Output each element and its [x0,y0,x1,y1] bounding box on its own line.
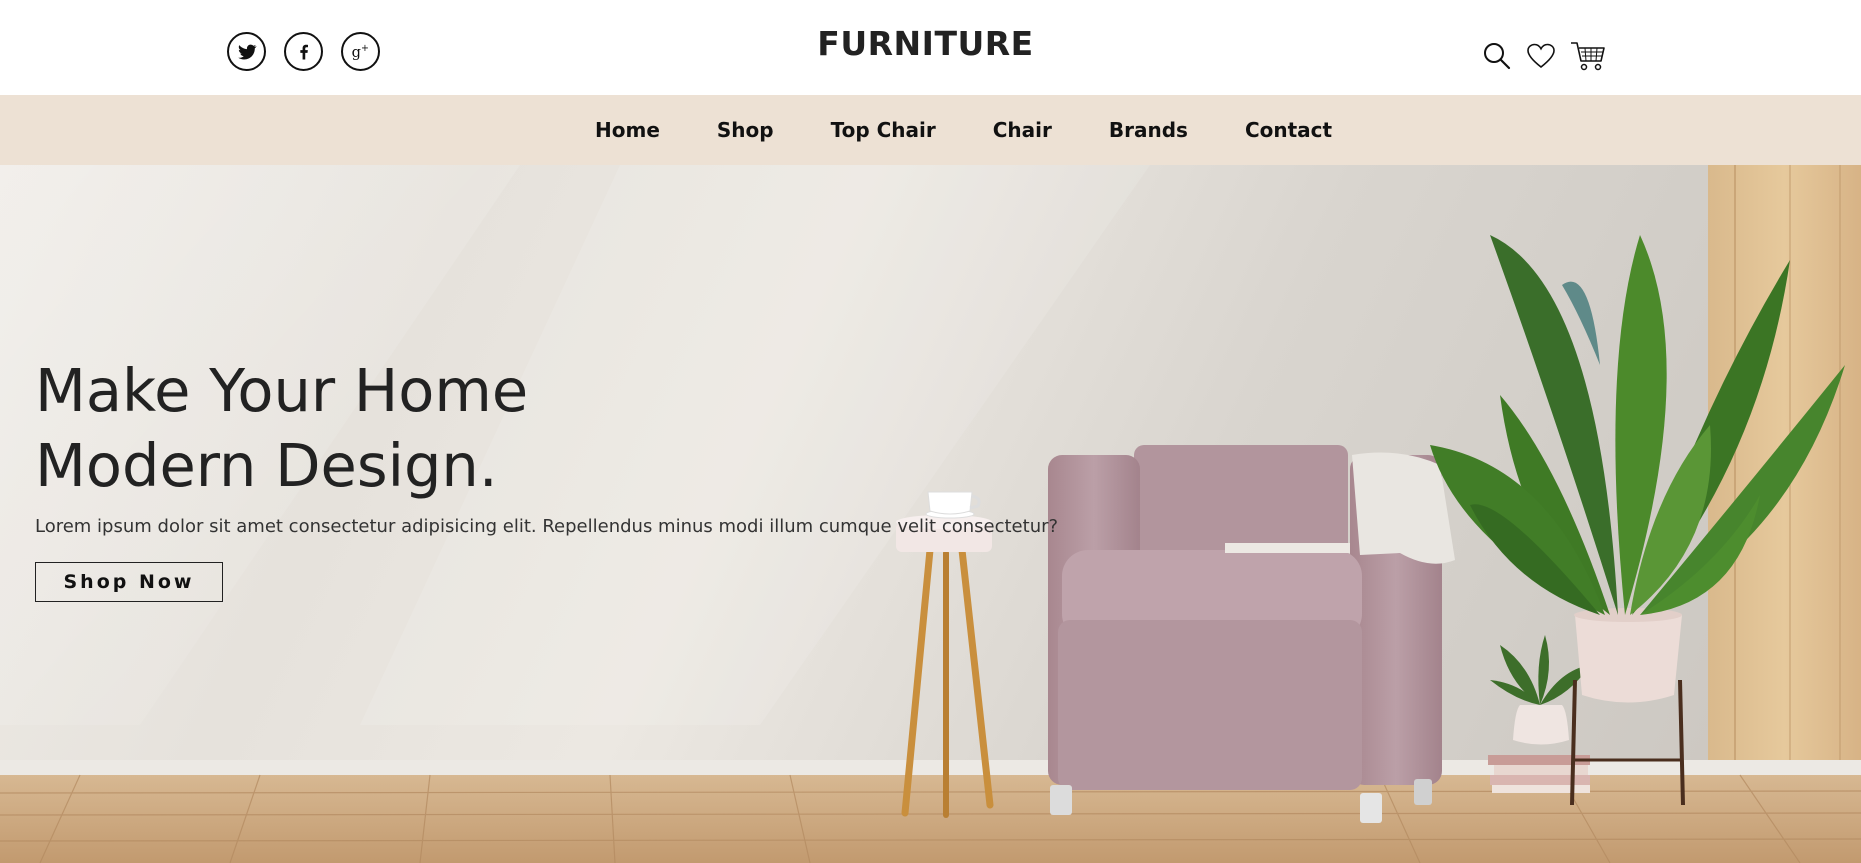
main-nav: Home Shop Top Chair Chair Brands Contact [595,95,1332,165]
nav-item-chair[interactable]: Chair [993,118,1052,142]
cart-button[interactable] [1570,40,1606,72]
top-header: g + FURNITURE [0,0,1861,95]
nav-item-top-chair[interactable]: Top Chair [831,118,936,142]
hero-subtext: Lorem ipsum dolor sit amet consectetur a… [35,516,1059,537]
shop-now-button[interactable]: Shop Now [35,562,223,602]
search-button[interactable] [1482,41,1512,71]
nav-item-home[interactable]: Home [595,118,660,142]
cart-icon [1571,42,1605,71]
nav-item-brands[interactable]: Brands [1109,118,1188,142]
hero-room-image [0,165,1861,863]
hero-headline: Make Your Home Modern Design. [35,353,528,503]
hero-banner: Make Your Home Modern Design. Lorem ipsu… [0,165,1861,863]
page: g + FURNITURE Home Shop Top Chair Chair … [0,0,1861,863]
nav-item-contact[interactable]: Contact [1245,118,1332,142]
hero-headline-line2: Modern Design. [35,431,498,500]
wishlist-button[interactable] [1526,42,1556,70]
heart-icon [1527,43,1555,69]
search-icon [1484,43,1511,70]
main-nav-bar: Home Shop Top Chair Chair Brands Contact [0,95,1861,165]
nav-item-shop[interactable]: Shop [717,118,774,142]
header-actions [1482,40,1606,72]
armchair [1048,445,1455,823]
hero-headline-line1: Make Your Home [35,356,529,425]
